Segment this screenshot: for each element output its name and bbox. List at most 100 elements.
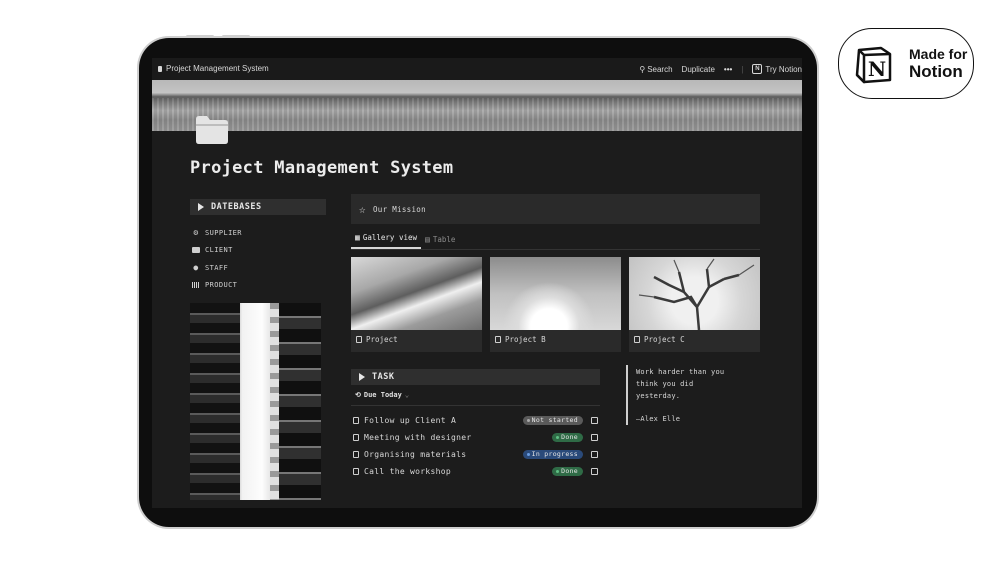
gallery-card[interactable]: Project B: [490, 257, 621, 352]
quote-author: —Alex Elle: [636, 415, 681, 423]
page-icon: [356, 336, 362, 343]
quote-line: Work harder than you: [636, 368, 725, 376]
badge-line-2: Notion: [909, 62, 963, 81]
task-row[interactable]: Call the workshop Done: [353, 463, 598, 480]
notion-logo-icon: N: [855, 46, 892, 84]
card-title: Project B: [505, 335, 546, 344]
quote-line: think you did: [636, 380, 694, 388]
quote-bar: [626, 365, 628, 425]
quote-line: yesterday.: [636, 392, 681, 400]
status-badge[interactable]: In progress: [522, 450, 583, 459]
status-badge[interactable]: Done: [552, 467, 583, 476]
top-bar: Project Management System ⚲ Search Dupli…: [152, 58, 802, 80]
table-icon: ▤: [425, 235, 430, 244]
page-icon: [353, 451, 359, 458]
gallery-card[interactable]: Project: [351, 257, 482, 352]
building-photo: [190, 303, 321, 500]
made-for-notion-badge: N Made for Notion: [838, 28, 974, 99]
due-today-filter[interactable]: ⟲ Due Today ⌄: [355, 391, 409, 399]
svg-text:N: N: [868, 57, 886, 81]
page-title: Project Management System: [190, 158, 454, 178]
task-row[interactable]: Meeting with designer Done: [353, 429, 598, 446]
more-options-button[interactable]: •••: [724, 65, 732, 74]
mission-label: Our Mission: [372, 204, 426, 214]
status-label: Done: [561, 467, 578, 475]
page-icon: [495, 336, 501, 343]
database-list: ⚙ SUPPLIER CLIENT ● STAFF PRODUCT: [192, 224, 242, 294]
page-icon: [353, 434, 359, 441]
page-icon: [353, 468, 359, 475]
status-badge[interactable]: Done: [552, 433, 583, 442]
status-badge[interactable]: Not started: [522, 416, 583, 425]
task-heading: TASK: [372, 372, 395, 382]
star-icon: ☆: [359, 202, 366, 216]
briefcase-icon: [192, 247, 200, 254]
database-item-staff[interactable]: ● STAFF: [192, 259, 242, 277]
databases-toggle[interactable]: DATEBASES: [190, 199, 326, 215]
task-title: Meeting with designer: [364, 433, 472, 442]
status-label: Done: [561, 433, 578, 441]
barcode-icon: [192, 282, 200, 289]
search-button[interactable]: ⚲ Search: [639, 65, 672, 74]
card-title: Project: [366, 335, 398, 344]
gallery-card[interactable]: Project C: [629, 257, 760, 352]
separator: |: [741, 64, 744, 74]
task-checkbox[interactable]: [591, 417, 598, 424]
card-title: Project C: [644, 335, 685, 344]
try-notion-label: Try Notion: [765, 64, 802, 74]
quote-text: Work harder than you think you did yeste…: [636, 366, 756, 402]
gear-icon: ⚙: [193, 227, 199, 237]
database-label: SUPPLIER: [205, 228, 242, 237]
database-item-supplier[interactable]: ⚙ SUPPLIER: [192, 224, 242, 242]
toggle-arrow-icon: [359, 373, 365, 381]
tab-label: Table: [432, 235, 456, 244]
chevron-down-icon: ⌄: [404, 391, 410, 399]
database-item-client[interactable]: CLIENT: [192, 242, 242, 260]
person-icon: ●: [193, 262, 199, 272]
status-dot: [526, 453, 530, 456]
divider: [351, 405, 600, 406]
tab-label: Gallery view: [362, 233, 418, 242]
try-notion-button[interactable]: N Try Notion: [752, 64, 802, 74]
filter-label: Due Today: [363, 391, 402, 399]
tab-table[interactable]: ▤ Table: [421, 235, 459, 249]
task-checkbox[interactable]: [591, 468, 598, 475]
card-cover-image: [351, 257, 482, 330]
task-row[interactable]: Organising materials In progress: [353, 446, 598, 463]
status-dot: [556, 470, 560, 473]
duplicate-button[interactable]: Duplicate: [682, 65, 715, 74]
tab-gallery-view[interactable]: ▦ Gallery view: [351, 233, 422, 249]
badge-line-1: Made for: [909, 46, 968, 62]
status-dot: [556, 436, 560, 439]
task-checkbox[interactable]: [591, 434, 598, 441]
database-item-product[interactable]: PRODUCT: [192, 277, 242, 295]
task-title: Follow up Client A: [364, 416, 457, 425]
database-label: STAFF: [205, 263, 229, 272]
view-tabs: ▦ Gallery view ▤ Table: [351, 229, 760, 250]
task-toggle[interactable]: TASK: [351, 369, 600, 385]
our-mission-callout[interactable]: ☆ Our Mission: [351, 194, 760, 224]
page-icon: [353, 417, 359, 424]
gallery-view: Project Project B Project C: [351, 257, 761, 353]
card-cover-image: [629, 257, 760, 330]
status-dot: [526, 419, 530, 422]
status-label: In progress: [531, 450, 578, 458]
status-label: Not started: [531, 416, 578, 424]
task-checkbox[interactable]: [591, 451, 598, 458]
database-label: PRODUCT: [205, 281, 238, 290]
notion-icon: N: [752, 64, 763, 74]
toggle-arrow-icon: [198, 203, 204, 211]
card-cover-image: [490, 257, 621, 330]
database-label: CLIENT: [205, 246, 233, 255]
cover-image: [152, 80, 802, 131]
lock-icon: [158, 65, 162, 72]
task-list: Follow up Client A Not started Meeting w…: [353, 412, 598, 480]
folder-icon[interactable]: [196, 116, 228, 144]
task-title: Organising materials: [364, 450, 467, 459]
page-icon: [634, 336, 640, 343]
search-icon: ⚲: [639, 64, 646, 74]
breadcrumb[interactable]: Project Management System: [158, 64, 269, 73]
gallery-grid-icon: ▦: [355, 233, 360, 242]
task-row[interactable]: Follow up Client A Not started: [353, 412, 598, 429]
notion-page-screen: Project Management System ⚲ Search Dupli…: [152, 58, 802, 508]
